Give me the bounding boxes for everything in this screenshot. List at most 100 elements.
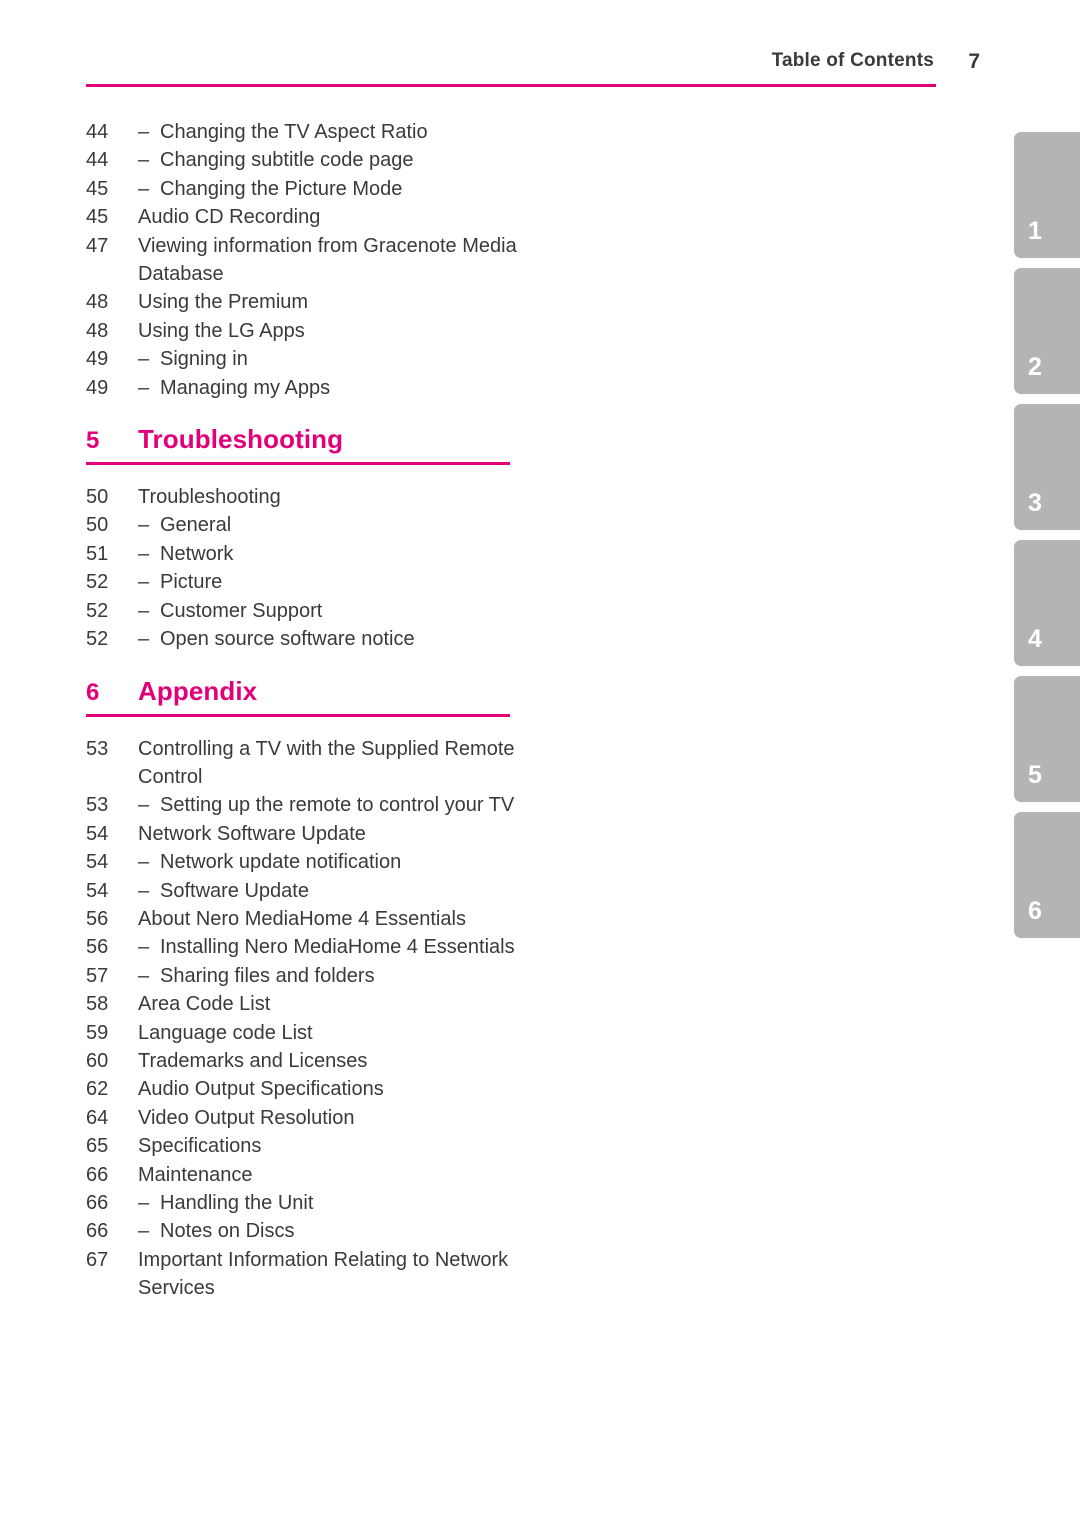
- chapter-tab-2[interactable]: 2: [1014, 268, 1080, 394]
- toc-entry-dash: –: [138, 348, 150, 371]
- toc-entry-label: Specifications: [138, 1135, 262, 1158]
- toc-entry-body: Using the Premium: [138, 288, 526, 316]
- toc-entry-dash: –: [138, 514, 150, 537]
- toc-entry-body: – Network: [138, 540, 526, 568]
- toc-entry-page-number: 44: [86, 121, 109, 143]
- toc-entry-page-number: 54: [86, 879, 109, 902]
- toc-section-heading: 6 Appendix: [86, 676, 510, 717]
- table-of-contents: 44– Changing the TV Aspect Ratio 44– Changi…: [86, 118, 526, 1303]
- toc-entry-page-number: 60: [86, 1049, 109, 1072]
- toc-entry-page-number: 48: [86, 319, 109, 342]
- toc-entry-page-number: 66: [86, 1220, 109, 1243]
- toc-entry-body: – Notes on Discs: [138, 1217, 526, 1245]
- toc-entry[interactable]: 66 – Notes on Discs: [86, 1217, 526, 1245]
- toc-entry-page-number: 49: [86, 348, 109, 371]
- toc-entry-label: Maintenance: [138, 1163, 253, 1186]
- toc-entry-label: Sharing files and folders: [160, 964, 375, 987]
- toc-entry-page-number: 64: [86, 1106, 109, 1129]
- toc-entry[interactable]: 54 Network Software Update: [86, 820, 526, 848]
- toc-entry-label: Customer Support: [160, 599, 323, 622]
- toc-entry-page-number: 45: [86, 206, 109, 229]
- toc-entry-body: Language code List: [138, 1019, 526, 1047]
- toc-entry-page-number: 53: [86, 737, 109, 760]
- toc-entry[interactable]: 45 – Changing the Picture Mode: [86, 175, 526, 203]
- toc-entry[interactable]: 49 – Managing my Apps: [86, 374, 526, 402]
- toc-entry[interactable]: 66 – Handling the Unit: [86, 1189, 526, 1217]
- toc-entry[interactable]: 52 – Open source software notice: [86, 625, 526, 653]
- toc-entry[interactable]: 57 – Sharing files and folders: [86, 962, 526, 990]
- toc-entry-page-number: 58: [86, 993, 109, 1016]
- toc-entry[interactable]: 51 – Network: [86, 540, 526, 568]
- chapter-tab-number: 6: [1028, 897, 1042, 925]
- toc-entry[interactable]: 50 – General: [86, 511, 526, 539]
- toc-entry[interactable]: 56 About Nero MediaHome 4 Essentials: [86, 905, 526, 933]
- toc-entry-page-number: 47: [86, 234, 109, 257]
- toc-entry-page-number: 50: [86, 486, 109, 509]
- toc-entry-label: Notes on Discs: [160, 1220, 295, 1243]
- toc-entry-page-number: 57: [86, 964, 109, 987]
- chapter-tab-strip: 1 2 3 4 5 6: [1014, 132, 1080, 948]
- toc-entry[interactable]: 44 – Changing subtitle code page: [86, 146, 526, 174]
- chapter-tab-3[interactable]: 3: [1014, 404, 1080, 530]
- toc-entry[interactable]: 49 – Signing in: [86, 345, 526, 373]
- toc-entry[interactable]: 58 Area Code List: [86, 990, 526, 1018]
- toc-entry[interactable]: 44 – Changing the TV Aspect Ratio: [86, 118, 526, 146]
- toc-entry[interactable]: 56 – Installing Nero MediaHome 4 Essential…: [86, 933, 526, 961]
- toc-entry[interactable]: 66 Maintenance: [86, 1161, 526, 1189]
- toc-entry[interactable]: 53 – Setting up the remote to control your…: [86, 791, 526, 819]
- toc-entry[interactable]: 60 Trademarks and Licenses: [86, 1047, 526, 1075]
- toc-entry-page-number: 49: [86, 376, 109, 399]
- toc-entry-page-number: 53: [86, 794, 109, 817]
- chapter-tab-5[interactable]: 5: [1014, 676, 1080, 802]
- toc-entry-page-number: 54: [86, 851, 109, 874]
- toc-entry-page-number: 56: [86, 936, 109, 959]
- toc-entry[interactable]: 50 Troubleshooting: [86, 483, 526, 511]
- toc-entry-label: Audio CD Recording: [138, 206, 321, 229]
- toc-entry-body: About Nero MediaHome 4 Essentials: [138, 905, 526, 933]
- header-rule: [86, 84, 936, 87]
- toc-entry[interactable]: 47 Viewing information from Gracenote Med…: [86, 232, 526, 289]
- toc-entry-body: Area Code List: [138, 990, 526, 1018]
- toc-entry-body: – Changing subtitle code page: [138, 146, 526, 174]
- toc-entry-page-number: 62: [86, 1078, 109, 1101]
- chapter-tab-number: 3: [1028, 489, 1042, 517]
- toc-entry-body: Controlling a TV with the Supplied Remot…: [138, 735, 526, 792]
- toc-entry-label: Network: [160, 542, 234, 565]
- toc-entry-dash: –: [138, 794, 150, 817]
- toc-entry-label: Handling the Unit: [160, 1192, 314, 1214]
- toc-entry-body: – Handling the Unit: [138, 1189, 526, 1217]
- toc-entry-body: – Installing Nero MediaHome 4 Essentials: [138, 933, 526, 961]
- toc-entry-label: Trademarks and Licenses: [138, 1049, 368, 1072]
- chapter-tab-1[interactable]: 1: [1014, 132, 1080, 258]
- toc-entry[interactable]: 53 Controlling a TV with the Supplied Rem…: [86, 735, 526, 792]
- page-number: 7: [968, 50, 980, 73]
- toc-entry[interactable]: 54 – Software Update: [86, 877, 526, 905]
- chapter-tab-number: 1: [1028, 217, 1042, 245]
- toc-entry[interactable]: 45 Audio CD Recording: [86, 203, 526, 231]
- toc-entry[interactable]: 48 Using the LG Apps: [86, 317, 526, 345]
- toc-entry[interactable]: 67 Important Information Relating to Netw…: [86, 1246, 526, 1303]
- toc-entry-label: Controlling a TV with the Supplied Remot…: [138, 737, 515, 788]
- toc-section-title: Troubleshooting: [138, 424, 344, 455]
- toc-entry-label: Video Output Resolution: [138, 1106, 355, 1129]
- toc-entry[interactable]: 65 Specifications: [86, 1132, 526, 1160]
- toc-entry-page-number: 52: [86, 571, 109, 594]
- chapter-tab-4[interactable]: 4: [1014, 540, 1080, 666]
- toc-entry-label: Software Update: [160, 879, 309, 902]
- toc-entry-label: General: [160, 514, 232, 537]
- toc-entry[interactable]: 54 – Network update notification: [86, 848, 526, 876]
- toc-entry[interactable]: 48 Using the Premium: [86, 288, 526, 316]
- toc-entry-body: – Managing my Apps: [138, 374, 526, 402]
- toc-entry[interactable]: 64 Video Output Resolution: [86, 1104, 526, 1132]
- toc-entry[interactable]: 52 – Picture: [86, 568, 526, 596]
- toc-entry-body: – Signing in: [138, 345, 526, 373]
- chapter-tab-6[interactable]: 6: [1014, 812, 1080, 938]
- toc-entry-page-number: 51: [86, 542, 109, 565]
- toc-entry[interactable]: 62 Audio Output Specifications: [86, 1075, 526, 1103]
- toc-entry-body: Audio Output Specifications: [138, 1075, 526, 1103]
- toc-entry[interactable]: 59 Language code List: [86, 1019, 526, 1047]
- toc-entry-dash: –: [138, 542, 150, 565]
- toc-entry[interactable]: 52 – Customer Support: [86, 597, 526, 625]
- toc-entry-body: Using the LG Apps: [138, 317, 526, 345]
- toc-entry-label: Signing in: [160, 348, 248, 371]
